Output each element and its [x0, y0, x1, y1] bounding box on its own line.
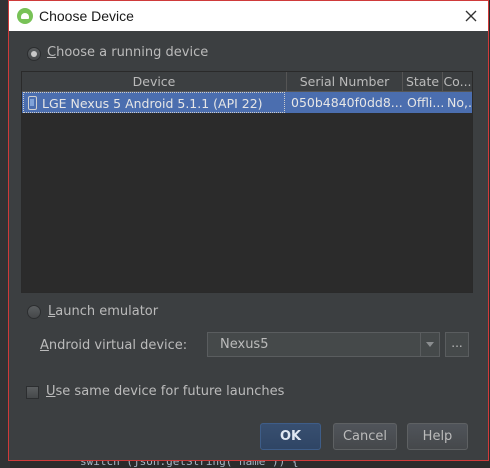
cancel-button[interactable]: Cancel — [333, 423, 397, 450]
compatible-cell: No,... — [447, 95, 472, 110]
device-name: LGE Nexus 5 Android 5.1.1 (API 22) — [42, 96, 263, 111]
help-button[interactable]: Help — [407, 423, 468, 450]
table-row[interactable]: LGE Nexus 5 Android 5.1.1 (API 22) 050b4… — [22, 92, 472, 113]
same-device-checkbox[interactable] — [26, 386, 39, 399]
running-device-label[interactable]: Choose a running device — [47, 45, 208, 60]
running-device-mnemonic: C — [47, 45, 57, 60]
running-device-label-text: hoose a running device — [56, 45, 209, 60]
avd-label: Android virtual device: — [40, 338, 187, 353]
same-device-label[interactable]: Use same device for future launches — [46, 384, 284, 399]
title-bar[interactable]: Choose Device — [9, 1, 488, 31]
table-header: Device Serial Number State Co... — [22, 72, 472, 92]
state-cell: Offli... — [407, 95, 443, 110]
launch-emulator-label[interactable]: Launch emulator — [48, 304, 158, 319]
close-button[interactable] — [460, 5, 482, 27]
launch-emulator-label-text: aunch emulator — [55, 304, 159, 319]
column-compatible[interactable]: Co... — [443, 72, 472, 91]
same-device-mnemonic: U — [46, 384, 56, 399]
launch-emulator-radio[interactable] — [27, 305, 41, 319]
avd-select[interactable]: Nexus5 — [207, 332, 440, 357]
column-state[interactable]: State — [403, 72, 443, 91]
column-serial-number[interactable]: Serial Number — [287, 72, 403, 91]
chevron-down-icon[interactable] — [420, 333, 439, 356]
ok-button[interactable]: OK — [260, 423, 321, 450]
avd-label-text: ndroid virtual device: — [48, 338, 188, 353]
device-table[interactable]: Device Serial Number State Co... LGE Nex… — [21, 71, 473, 293]
running-device-radio[interactable] — [27, 47, 41, 61]
dialog-title: Choose Device — [39, 8, 134, 24]
column-device[interactable]: Device — [22, 72, 287, 91]
android-studio-icon — [17, 8, 33, 24]
device-cell: LGE Nexus 5 Android 5.1.1 (API 22) — [23, 92, 285, 113]
avd-mnemonic: A — [40, 338, 49, 353]
close-icon — [465, 10, 477, 22]
same-device-label-text: se same device for future launches — [55, 384, 285, 399]
browse-avd-button[interactable]: ... — [445, 332, 469, 357]
phone-icon — [28, 96, 37, 110]
avd-selected-value: Nexus5 — [220, 337, 269, 352]
choose-device-dialog: Choose Device Choose a running device De… — [8, 0, 489, 461]
serial-cell: 050b4840f0dd8... — [291, 95, 403, 110]
